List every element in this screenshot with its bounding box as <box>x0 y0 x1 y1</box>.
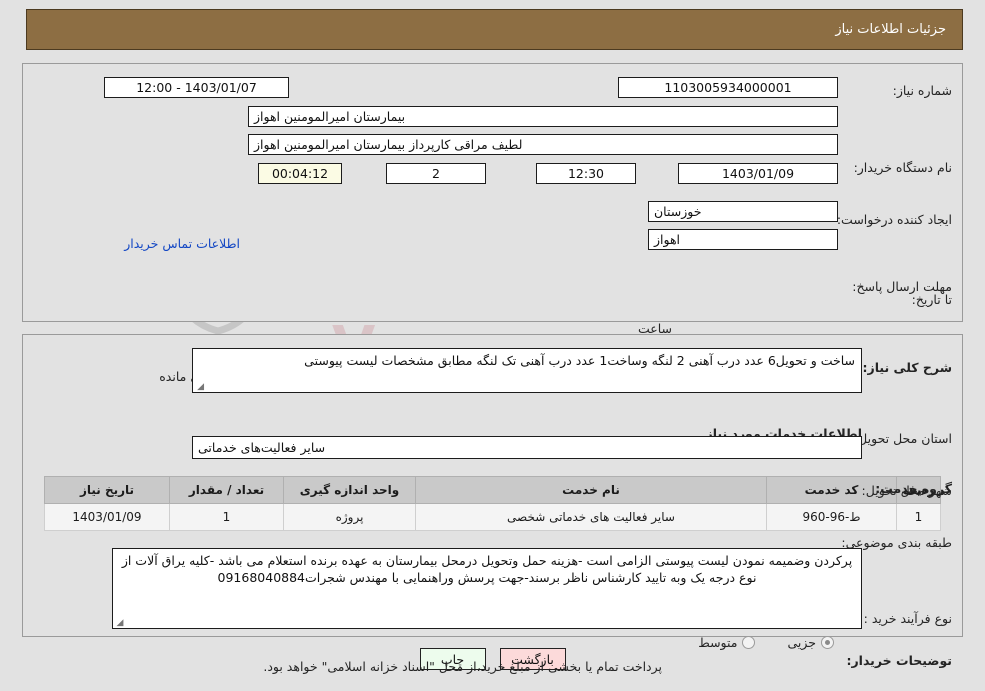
buyer-notes-label: توضیحات خریدار: <box>846 652 952 668</box>
process-label: نوع فرآیند خرید : <box>863 610 952 626</box>
province-value: خوزستان <box>648 201 838 222</box>
requester-value: لطیف مراقی کارپرداز بیمارستان امیرالمومن… <box>248 134 838 155</box>
cell-date: 1403/01/09 <box>44 503 170 531</box>
buyer-contact-link[interactable]: اطلاعات تماس خریدار <box>124 236 240 251</box>
hour-label: ساعت <box>637 320 672 336</box>
cell-unit: پروژه <box>283 503 416 531</box>
table-row[interactable]: 1 ط-96-960 سایر فعالیت های خدماتی شخصی پ… <box>44 503 941 531</box>
city-value: اهواز <box>648 229 838 250</box>
page-title: جزئیات اطلاعات نیاز <box>835 22 946 37</box>
page-root: AriaTender.net V جزئیات اطلاعات نیاز شما… <box>0 0 985 691</box>
deadline-label: مهلت ارسال پاسخ: تا تاریخ: <box>852 279 952 307</box>
cell-name: سایر فعالیت های خدماتی شخصی <box>415 503 767 531</box>
buyer-notes-textarea[interactable]: پرکردن وضمیمه نمودن لیست پیوستی الزامی ا… <box>112 548 862 629</box>
resize-grip-icon[interactable]: ◢ <box>116 619 124 628</box>
deadline-date-value: 1403/01/09 <box>678 163 838 184</box>
cell-code: ط-96-960 <box>766 503 897 531</box>
countdown-timer-value: 00:04:12 <box>258 163 342 184</box>
radio-icon[interactable] <box>742 635 756 649</box>
requester-label: ایجاد کننده درخواست: <box>836 211 952 227</box>
province-label: استان محل تحویل: <box>853 430 952 446</box>
buyer-notes-value: پرکردن وضمیمه نمودن لیست پیوستی الزامی ا… <box>121 553 853 585</box>
need-info-panel: شماره نیاز: 1103005934000001 تاریخ و ساع… <box>22 63 963 674</box>
remaining-days-value: 2 <box>386 163 486 184</box>
cell-radif: 1 <box>896 503 941 531</box>
deadline-time-value: 12:30 <box>536 163 636 184</box>
public-announce-value: 1403/01/07 - 12:00 <box>104 77 289 98</box>
page-title-bar: جزئیات اطلاعات نیاز <box>26 9 963 50</box>
buyer-org-value: بیمارستان امیرالمومنین اهواز <box>248 106 838 127</box>
general-description-value: ساخت و تحویل6 عدد درب آهنی 2 لنگه وساخت1… <box>304 353 855 368</box>
need-number-label: شماره نیاز: <box>892 82 952 98</box>
general-description-textarea[interactable]: ساخت و تحویل6 عدد درب آهنی 2 لنگه وساخت1… <box>192 348 862 393</box>
service-group-label: گروه خدمت: <box>875 480 952 496</box>
radio-icon[interactable] <box>821 635 834 649</box>
service-group-value: سایر فعالیت‌های خدماتی <box>192 436 862 459</box>
need-number-value: 1103005934000001 <box>618 77 838 98</box>
buyer-org-label: نام دستگاه خریدار: <box>853 159 952 175</box>
resize-grip-icon[interactable]: ◢ <box>196 383 204 392</box>
general-description-label: شرح کلی نیاز: <box>862 359 952 375</box>
cell-qty: 1 <box>169 503 284 531</box>
